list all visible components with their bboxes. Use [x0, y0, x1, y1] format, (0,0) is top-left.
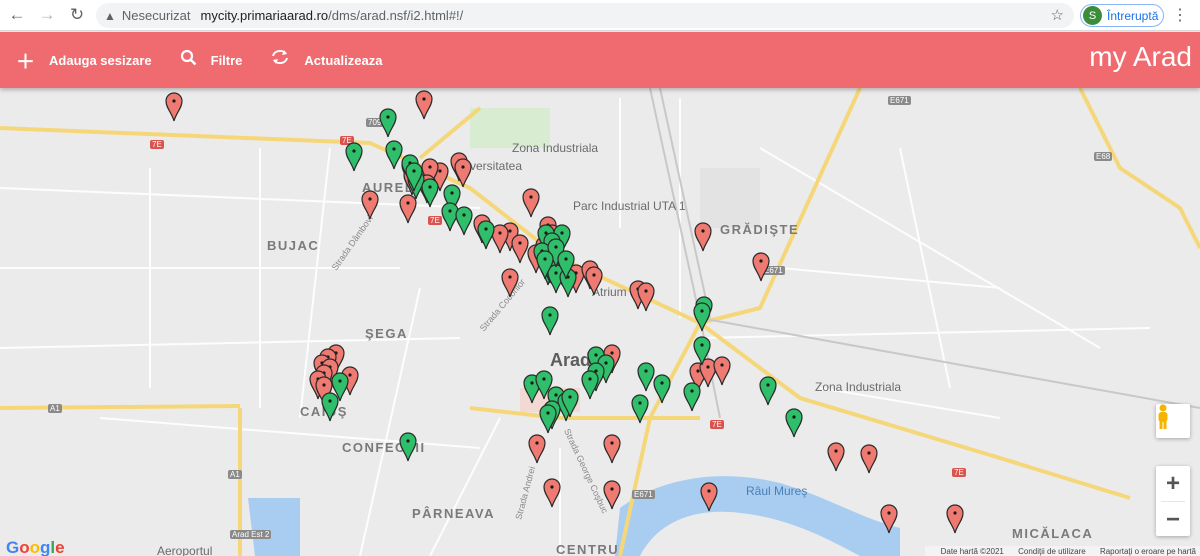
report-pin-green[interactable]: [693, 336, 711, 366]
report-pin-green[interactable]: [631, 394, 649, 424]
map-canvas[interactable]: BUJAC ŞEGA AUREL VL GRĂDIŞTE CONFECŢII C…: [0, 88, 1200, 556]
plus-icon: ＋: [16, 51, 36, 73]
road-arad-est: Arad Est 2: [230, 530, 272, 539]
report-pin-red[interactable]: [415, 90, 433, 120]
add-report-button[interactable]: ＋ Adauga sesizare: [16, 32, 152, 88]
report-pin-green[interactable]: [379, 108, 397, 138]
map-attribution: Date hartă ©2021 Condiţii de utilizare R…: [924, 546, 1200, 556]
browser-toolbar: ← → ↻ ▲ Nesecurizat mycity.primariaarad.…: [0, 0, 1200, 31]
report-pin-red[interactable]: [543, 478, 561, 508]
profile-status: Întreruptă: [1107, 8, 1159, 23]
report-pin-red[interactable]: [603, 480, 621, 510]
profile-button[interactable]: S Întreruptă: [1080, 4, 1164, 27]
district-micalaca: MICĂLACA: [1012, 526, 1094, 541]
report-pin-green[interactable]: [561, 388, 579, 418]
url-host: mycity.primariaarad.ro: [200, 8, 329, 23]
report-pin-green[interactable]: [405, 162, 423, 192]
terms-link[interactable]: Condiţii de utilizare: [1018, 547, 1086, 556]
profile-avatar: S: [1083, 6, 1102, 25]
report-pin-red[interactable]: [528, 434, 546, 464]
road-7e-d: 7E: [710, 420, 724, 429]
bookmark-star-icon[interactable]: ☆: [1051, 6, 1064, 24]
report-pin-green[interactable]: [399, 432, 417, 462]
map-roads: [0, 88, 1200, 556]
district-bujac: BUJAC: [267, 238, 320, 253]
report-pin-green[interactable]: [477, 220, 495, 250]
road-e671-top: E671: [888, 96, 911, 105]
report-pin-green[interactable]: [421, 178, 439, 208]
road-e68: E68: [1094, 152, 1113, 161]
report-pin-green[interactable]: [345, 142, 363, 172]
refresh-icon: [270, 48, 290, 72]
refresh-button[interactable]: Actualizeaza: [270, 32, 382, 88]
road-a1-b: A1: [228, 470, 242, 479]
report-pin-green[interactable]: [536, 250, 554, 280]
report-pin-green[interactable]: [693, 302, 711, 332]
app-header: ＋ Adauga sesizare Filtre Actualizeaza my…: [0, 32, 1200, 88]
report-pin-green[interactable]: [557, 250, 575, 280]
report-pin-green[interactable]: [539, 404, 557, 434]
report-pin-red[interactable]: [700, 482, 718, 512]
filter-label: Filtre: [210, 52, 243, 68]
report-pin-green[interactable]: [455, 206, 473, 236]
filter-button[interactable]: Filtre: [180, 32, 243, 88]
back-icon[interactable]: ←: [4, 2, 30, 28]
report-pin-red[interactable]: [694, 222, 712, 252]
report-pin-red[interactable]: [165, 92, 183, 122]
refresh-label: Actualizeaza: [304, 52, 383, 68]
report-pin-green[interactable]: [541, 306, 559, 336]
report-pin-red[interactable]: [860, 444, 878, 474]
report-pin-red[interactable]: [522, 188, 540, 218]
district-parneava: PÂRNEAVA: [412, 506, 496, 521]
browser-menu-icon[interactable]: ⋮: [1172, 5, 1188, 25]
report-pin-green[interactable]: [581, 370, 599, 400]
report-pin-red[interactable]: [713, 356, 731, 386]
road-7e-c: 7E: [428, 216, 442, 225]
city-label: Arad: [550, 350, 592, 370]
report-error-link[interactable]: Raportaţi o eroare pe hartă: [1100, 547, 1196, 556]
report-pin-red[interactable]: [603, 434, 621, 464]
poi-aeroport: Aeroportul: [157, 544, 213, 556]
report-pin-green[interactable]: [785, 408, 803, 438]
district-sega: ŞEGA: [365, 326, 408, 341]
report-pin-red[interactable]: [585, 266, 603, 296]
address-bar[interactable]: ▲ Nesecurizat mycity.primariaarad.ro /dm…: [96, 3, 1074, 28]
road-7e-b: 7E: [150, 140, 164, 149]
report-pin-red[interactable]: [752, 252, 770, 282]
zoom-control: + −: [1156, 466, 1190, 536]
report-pin-red[interactable]: [501, 268, 519, 298]
street-view-pegman-icon[interactable]: [1156, 404, 1190, 438]
road-e671-bot: E671: [632, 490, 655, 499]
attribution-data: Date hartă ©2021: [940, 547, 1004, 556]
reload-icon[interactable]: ↻: [64, 2, 90, 28]
report-pin-green[interactable]: [683, 382, 701, 412]
app-brand: my Arad: [1089, 41, 1192, 72]
warning-icon: ▲: [104, 8, 116, 23]
district-centru: CENTRU: [556, 542, 620, 556]
search-icon: [180, 49, 197, 72]
report-pin-green[interactable]: [653, 374, 671, 404]
poi-raul-mures: Râul Mureş: [746, 484, 808, 498]
zoom-out-button[interactable]: −: [1156, 502, 1190, 537]
district-gradiste: GRĂDIŞTE: [720, 222, 800, 237]
report-pin-red[interactable]: [946, 504, 964, 534]
poi-parc-uta: Parc Industrial UTA 1: [573, 199, 686, 213]
add-report-label: Adauga sesizare: [49, 52, 152, 68]
report-pin-green[interactable]: [759, 376, 777, 406]
report-pin-green[interactable]: [321, 392, 339, 422]
report-pin-red[interactable]: [880, 504, 898, 534]
road-7e-e: 7E: [952, 468, 966, 477]
report-pin-red[interactable]: [827, 442, 845, 472]
report-pin-red[interactable]: [637, 282, 655, 312]
poi-zona-industriala-1: Zona Industriala: [512, 141, 599, 155]
report-pin-red[interactable]: [361, 190, 379, 220]
security-label: Nesecurizat: [121, 8, 191, 23]
zoom-in-button[interactable]: +: [1156, 466, 1190, 501]
url-path: /dms/arad.nsf/i2.html#!/: [328, 8, 464, 23]
poi-zona-industriala-2: Zona Industriala: [815, 380, 902, 394]
road-a1-a: A1: [48, 404, 62, 413]
google-logo[interactable]: Google: [6, 538, 65, 556]
forward-icon[interactable]: →: [34, 2, 60, 28]
